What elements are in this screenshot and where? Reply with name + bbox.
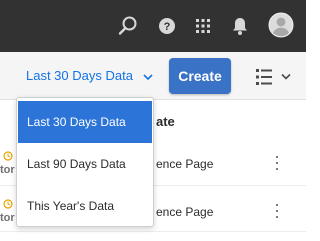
user-avatar[interactable] (268, 12, 294, 38)
help-icon[interactable]: ? (155, 14, 179, 38)
svg-text:?: ? (164, 21, 171, 33)
row-left-text: tor (0, 164, 15, 176)
list-view-icon (256, 69, 291, 85)
app-root: ? Last 30 Days Data Create ate tor ence … (0, 0, 306, 241)
column-header-title[interactable]: ate (156, 114, 175, 129)
date-range-option-last-90-days[interactable]: Last 90 Days Data (18, 143, 152, 185)
date-range-label: Last 30 Days Data (26, 68, 133, 83)
clock-status-icon (3, 199, 13, 209)
notifications-bell-icon[interactable] (228, 14, 252, 38)
date-range-popover: Last 30 Days Data Last 90 Days Data This… (16, 97, 154, 227)
chevron-down-icon (143, 73, 153, 80)
shell-header: ? (0, 0, 306, 52)
more-options-icon[interactable] (274, 154, 282, 172)
row-left-text: tor (0, 212, 15, 224)
view-switcher-button[interactable] (250, 66, 296, 88)
row-title: ence Page (156, 205, 214, 219)
create-button[interactable]: Create (169, 58, 231, 94)
date-range-option-this-year[interactable]: This Year's Data (18, 185, 152, 227)
clock-status-icon (3, 151, 13, 161)
more-options-icon[interactable] (274, 202, 282, 220)
date-range-dropdown-button[interactable]: Last 30 Days Data (18, 64, 161, 88)
date-range-option-last-30-days[interactable]: Last 30 Days Data (18, 101, 152, 143)
apps-grid-icon[interactable] (191, 14, 215, 38)
chevron-down-icon (281, 73, 291, 80)
row-title: ence Page (156, 157, 214, 171)
search-icon[interactable] (116, 14, 140, 38)
